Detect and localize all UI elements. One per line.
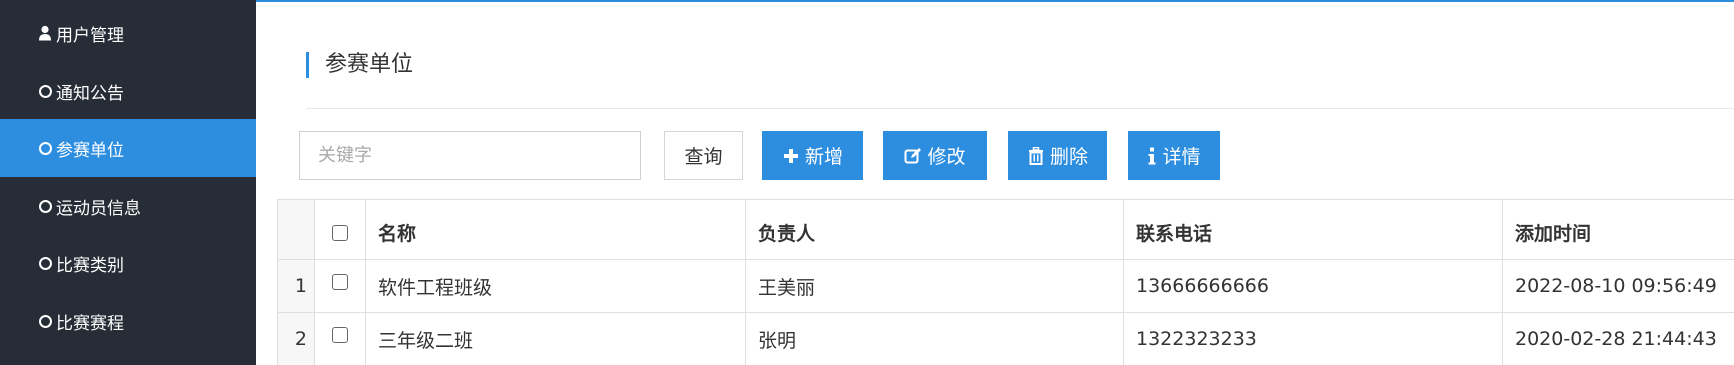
cell-owner: 王美丽 (746, 260, 1124, 312)
sidebar-item-label: 比赛类别 (56, 255, 124, 276)
circle-icon (36, 197, 54, 215)
sidebar-item-label: 通知公告 (56, 83, 124, 104)
edit-icon (904, 147, 922, 165)
sidebar-item-match-category[interactable]: 比赛类别 (0, 234, 256, 292)
column-header-owner[interactable]: 负责人 (746, 200, 1124, 259)
sidebar-item-participating-units[interactable]: 参赛单位 (0, 119, 256, 177)
page-title: 参赛单位 (306, 52, 413, 78)
sidebar-item-label: 参赛单位 (56, 140, 124, 161)
row-checkbox[interactable] (332, 274, 348, 290)
divider (306, 108, 1734, 109)
query-button-label: 查询 (684, 146, 723, 168)
column-header-time[interactable]: 添加时间 (1503, 200, 1734, 259)
circle-icon (36, 82, 54, 100)
detail-button-label: 详情 (1162, 146, 1201, 168)
sidebar-item-athlete-info[interactable]: 运动员信息 (0, 177, 256, 235)
cell-phone: 1322323233 (1124, 313, 1503, 365)
sidebar-item-notices[interactable]: 通知公告 (0, 62, 256, 120)
edit-button[interactable]: 修改 (883, 131, 987, 180)
detail-button[interactable]: 详情 (1128, 131, 1220, 180)
add-button[interactable]: 新增 (762, 131, 863, 180)
cell-phone: 13666666666 (1124, 260, 1503, 312)
sidebar: 用户管理 通知公告 参赛单位 运动员信息 比赛类别 比赛赛程 (0, 0, 256, 365)
plus-icon (782, 147, 800, 165)
column-header-name[interactable]: 名称 (366, 200, 746, 259)
circle-icon (36, 254, 54, 272)
row-checkbox[interactable] (332, 327, 348, 343)
delete-button[interactable]: 删除 (1008, 131, 1107, 180)
top-accent-line (256, 0, 1734, 2)
cell-time: 2022-08-10 09:56:49 (1515, 275, 1717, 297)
query-button[interactable]: 查询 (664, 131, 743, 180)
circle-icon (36, 312, 54, 330)
row-index: 2 (278, 313, 315, 365)
cell-name: 三年级二班 (366, 313, 746, 365)
add-button-label: 新增 (804, 146, 843, 168)
select-all-checkbox[interactable] (332, 224, 348, 241)
sidebar-item-user-management[interactable]: 用户管理 (0, 4, 256, 62)
search-input[interactable] (299, 131, 641, 180)
sidebar-item-label: 用户管理 (56, 25, 124, 46)
cell-owner: 张明 (746, 313, 1124, 365)
edit-button-label: 修改 (927, 146, 966, 168)
select-all-cell (315, 200, 366, 259)
data-table: 名称 负责人 联系电话 添加时间 1 软件工程班级 王美丽 1366666666… (277, 199, 1734, 365)
sidebar-item-match-schedule[interactable]: 比赛赛程 (0, 292, 256, 350)
delete-button-label: 删除 (1049, 146, 1088, 168)
circle-icon (36, 139, 54, 157)
table-header-row: 名称 负责人 联系电话 添加时间 (278, 200, 1734, 260)
column-header-phone[interactable]: 联系电话 (1124, 200, 1503, 259)
sidebar-item-label: 比赛赛程 (56, 313, 124, 334)
info-icon (1147, 147, 1157, 165)
table-row[interactable]: 2 三年级二班 张明 1322323233 2020-02-28 21:44:4… (278, 313, 1734, 365)
row-checkbox-cell (315, 313, 366, 365)
main-content: 参赛单位 查询 新增 修改 删除 详情 名称 (256, 0, 1734, 365)
cell-time: 2020-02-28 21:44:43 (1515, 328, 1717, 350)
table-row[interactable]: 1 软件工程班级 王美丽 13666666666 2022-08-10 09:5… (278, 260, 1734, 313)
row-index: 1 (278, 260, 315, 312)
row-checkbox-cell (315, 260, 366, 312)
trash-icon (1027, 146, 1045, 165)
index-header (278, 200, 315, 259)
user-icon (36, 24, 54, 42)
sidebar-item-label: 运动员信息 (56, 198, 141, 219)
cell-name: 软件工程班级 (366, 260, 746, 312)
